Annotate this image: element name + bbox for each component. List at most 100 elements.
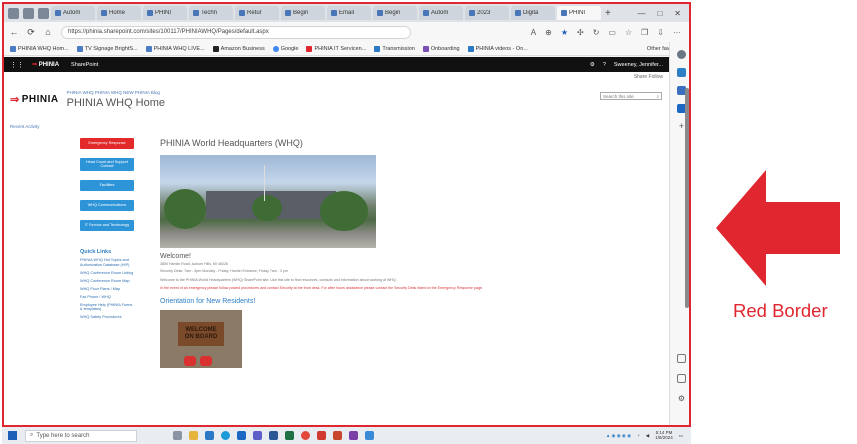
- file-explorer-icon[interactable]: [189, 431, 198, 440]
- emergency-response-button[interactable]: Emergency Response: [80, 138, 134, 149]
- browser-tab[interactable]: PHINI: [143, 6, 187, 20]
- home-icon[interactable]: ⌂: [41, 27, 55, 37]
- share-follow[interactable]: Share Follow: [634, 74, 663, 80]
- windows-start-icon[interactable]: [8, 431, 17, 440]
- volume-icon[interactable]: ◀: [646, 433, 649, 439]
- settings-icon[interactable]: ⚙: [677, 394, 686, 403]
- close-icon[interactable]: ✕: [674, 9, 681, 18]
- quick-link[interactable]: PHINIA WHQ Hot Topics and Authorization …: [80, 258, 134, 268]
- suite-brand[interactable]: ⇒ PHINIA: [32, 61, 59, 68]
- onenote-icon[interactable]: [349, 431, 358, 440]
- favorite-link[interactable]: Onboarding: [422, 45, 460, 52]
- favorite-star-icon[interactable]: ★: [561, 28, 568, 37]
- edge-icon[interactable]: [221, 431, 230, 440]
- clock[interactable]: 5:14 PM 1/8/2024: [655, 430, 673, 441]
- read-aloud-icon[interactable]: A: [531, 28, 536, 37]
- shoe-shape: [200, 355, 212, 366]
- favorite-link[interactable]: PHINIA IT Servicen...: [306, 45, 366, 52]
- quick-link[interactable]: WHQ Safety Procedures: [80, 315, 134, 320]
- favorites-icon[interactable]: ☆: [625, 28, 632, 37]
- refresh-icon[interactable]: ⟳: [24, 27, 38, 38]
- sharepoint-link[interactable]: SharePoint: [71, 62, 98, 68]
- browser-tab[interactable]: Retur: [235, 6, 279, 20]
- zoom-icon[interactable]: ⊕: [545, 28, 552, 37]
- sync-icon[interactable]: ↻: [593, 28, 600, 37]
- powerpoint-icon[interactable]: [333, 431, 342, 440]
- downloads-icon[interactable]: ⇩: [657, 28, 664, 37]
- favorite-link[interactable]: TV Signage BrightS...: [76, 45, 138, 52]
- minimize-icon[interactable]: —: [637, 9, 645, 18]
- user-name[interactable]: Sweeney, Jennifer...: [614, 62, 663, 68]
- app-launcher-icon[interactable]: ⋮⋮: [10, 61, 24, 69]
- more-icon[interactable]: ···: [673, 28, 681, 37]
- search-icon[interactable]: [677, 50, 686, 59]
- browser-tab[interactable]: Begin: [373, 6, 417, 20]
- excel-icon[interactable]: [285, 431, 294, 440]
- search-icon: ⌕: [30, 432, 34, 438]
- split-screen-icon[interactable]: ▭: [608, 28, 616, 37]
- word-icon[interactable]: [269, 431, 278, 440]
- search-icon[interactable]: ⌕: [656, 94, 661, 99]
- annotation-label: Red Border: [733, 300, 828, 321]
- browser-tab-active[interactable]: PHINI: [557, 6, 601, 20]
- facilities-button[interactable]: Facilities: [80, 180, 134, 191]
- quick-link[interactable]: WHQ Conference Room Map: [80, 279, 134, 284]
- acrobat-icon[interactable]: [317, 431, 326, 440]
- it-service-button[interactable]: IT Service and Technology: [80, 220, 134, 231]
- orientation-heading[interactable]: Orientation for New Residents!: [160, 298, 660, 305]
- quick-link[interactable]: Employee Help (PHINIA Forms & templates): [80, 303, 134, 313]
- page-scrollbar[interactable]: [685, 88, 689, 308]
- quick-link[interactable]: WHQ Floor Plans / Map: [80, 287, 134, 292]
- recent-activity-link[interactable]: Recent Activity: [10, 124, 40, 129]
- back-icon[interactable]: ←: [7, 27, 21, 37]
- new-tab-icon[interactable]: +: [605, 8, 611, 19]
- browser-tab[interactable]: Techn: [189, 6, 233, 20]
- browser-tab[interactable]: 2023: [465, 6, 509, 20]
- quick-link[interactable]: WHQ Conference Room Listing: [80, 271, 134, 276]
- whq-communications-button[interactable]: WHQ Communications: [80, 200, 134, 211]
- extensions-icon[interactable]: ✣: [577, 28, 584, 37]
- store-icon[interactable]: [205, 431, 214, 440]
- url-field[interactable]: https://phinia.sharepoint.com/sites/1001…: [61, 25, 411, 39]
- breadcrumb[interactable]: PHINIA WHQ PHINIA WHQ NEW PHINIA Blog: [67, 90, 165, 95]
- favorite-link[interactable]: Amazon Business: [212, 45, 265, 52]
- site-search-input[interactable]: Search this site ⌕: [600, 92, 662, 100]
- browser-tab[interactable]: Begin: [281, 6, 325, 20]
- quick-link[interactable]: Fax Phone / WHQ: [80, 295, 134, 300]
- workspaces-icon[interactable]: [23, 7, 34, 19]
- open-external-icon[interactable]: [677, 374, 686, 383]
- browser-tab[interactable]: Autom: [419, 6, 463, 20]
- favorite-link[interactable]: PHINIA WHQ LIVE...: [145, 45, 205, 52]
- headcount-support-button[interactable]: Head Count and Support Contact: [80, 158, 134, 171]
- teams-icon[interactable]: [253, 431, 262, 440]
- shopping-icon[interactable]: [677, 68, 686, 77]
- favorite-icon: [467, 45, 474, 52]
- wifi-icon[interactable]: ◔: [637, 433, 640, 438]
- favorite-link[interactable]: PHINIA videos - On...: [467, 45, 528, 52]
- outlook-icon[interactable]: [237, 431, 246, 440]
- settings-icon[interactable]: ⚙: [590, 62, 595, 68]
- help-icon[interactable]: ?: [603, 62, 606, 68]
- taskbar-search-input[interactable]: ⌕ Type here to search: [25, 429, 137, 442]
- tray-icons[interactable]: ▲ ◉ ◉ ◉ ◉: [606, 433, 631, 439]
- favorite-link[interactable]: Google: [272, 45, 298, 52]
- address-row: ← ⟳ ⌂ https://phinia.sharepoint.com/site…: [4, 22, 689, 42]
- tab-favicon-icon: [515, 10, 521, 16]
- browser-tab[interactable]: Autom: [51, 6, 95, 20]
- tab-actions-icon[interactable]: [38, 7, 49, 19]
- site-logo[interactable]: ⇒ PHINIA: [10, 93, 59, 106]
- favorite-link[interactable]: PHINIA WHQ Hom...: [10, 45, 69, 52]
- favorite-link[interactable]: Transmission: [374, 45, 415, 52]
- browser-tab[interactable]: Email: [327, 6, 371, 20]
- chrome-icon[interactable]: [301, 431, 310, 440]
- sidebar-layout-icon[interactable]: [677, 354, 686, 363]
- browser-profile-icon[interactable]: [8, 7, 19, 19]
- collections-icon[interactable]: ❐: [641, 28, 648, 37]
- maximize-icon[interactable]: □: [657, 9, 662, 18]
- task-view-icon[interactable]: [173, 431, 182, 440]
- browser-tab[interactable]: Home: [97, 6, 141, 20]
- notifications-icon[interactable]: ▭: [679, 433, 683, 439]
- snip-icon[interactable]: [365, 431, 374, 440]
- tab-favicon-icon: [285, 10, 291, 16]
- browser-tab[interactable]: Digita: [511, 6, 555, 20]
